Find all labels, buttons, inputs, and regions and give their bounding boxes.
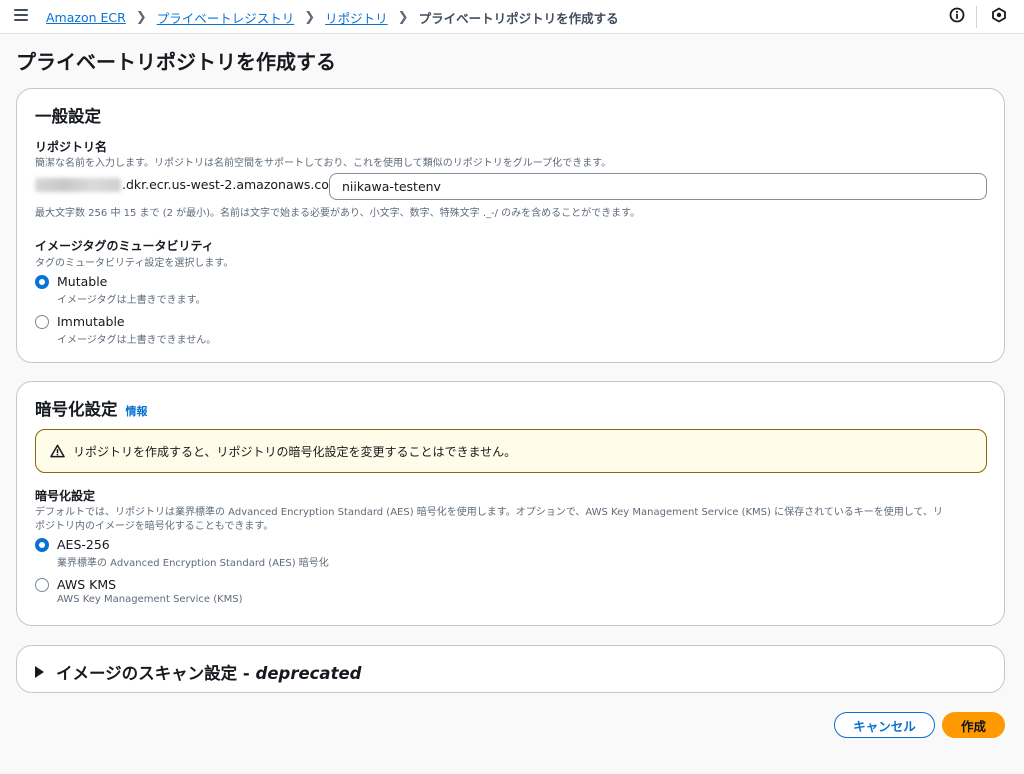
- radio-aes-256[interactable]: AES-256 業界標準の Advanced Encryption Standa…: [35, 537, 329, 569]
- radio-aws-kms-description: AWS Key Management Service (KMS): [57, 594, 243, 605]
- encryption-description-line1: デフォルトでは、リポジトリは業界標準の Advanced Encryption …: [35, 507, 943, 518]
- breadcrumb-separator-icon: ❯: [304, 10, 316, 25]
- feedback-icon[interactable]: [991, 7, 1007, 23]
- breadcrumb: Amazon ECR ❯ プライベートレジストリ ❯ リポジトリ ❯ プライベー…: [46, 8, 619, 27]
- create-button[interactable]: 作成: [942, 712, 1005, 738]
- radio-button-selected[interactable]: [35, 275, 49, 289]
- menu-icon[interactable]: [14, 9, 28, 22]
- image-scan-settings-panel: イメージのスキャン設定 - deprecated: [16, 645, 1005, 693]
- breadcrumb-current: プライベートリポジトリを作成する: [418, 11, 619, 26]
- redacted-account-id: [35, 177, 121, 192]
- radio-aws-kms-label: AWS KMS: [57, 577, 117, 592]
- image-scan-settings-title: イメージのスキャン設定 - deprecated: [56, 664, 362, 683]
- general-settings-title: 一般設定: [35, 107, 101, 126]
- image-scan-settings-toggle[interactable]: イメージのスキャン設定 - deprecated: [35, 660, 361, 684]
- radio-aes-256-label: AES-256: [57, 537, 110, 552]
- radio-immutable[interactable]: Immutable イメージタグは上書きできません。: [35, 314, 216, 346]
- tag-mutability-label: イメージタグのミュータビリティ: [35, 239, 214, 253]
- caret-right-icon: [35, 666, 44, 678]
- repository-name-constraint: 最大文字数 256 中 15 まで (2 が最小)。名前は文字で始まる必要があり…: [35, 208, 641, 219]
- radio-mutable-label: Mutable: [57, 274, 108, 289]
- radio-button[interactable]: [35, 578, 49, 592]
- encryption-settings-header: 暗号化設定 情報: [35, 396, 148, 420]
- repository-uri-prefix: .dkr.ecr.us-west-2.amazonaws.com/: [35, 177, 345, 192]
- page-title: プライベートリポジトリを作成する: [16, 50, 336, 74]
- toolbar-divider: [976, 6, 977, 28]
- repository-name-description: 簡潔な名前を入力します。リポジトリは名前空間をサポートしており、これを使用して類…: [35, 158, 612, 169]
- uri-suffix: .dkr.ecr.us-west-2.amazonaws.com/: [122, 177, 346, 192]
- encryption-description-line2: ポジトリ内のイメージを暗号化することもできます。: [35, 521, 274, 532]
- encryption-settings-label: 暗号化設定: [35, 489, 96, 503]
- repository-name-label: リポジトリ名: [35, 140, 108, 154]
- breadcrumb-separator-icon: ❯: [135, 10, 147, 25]
- warning-alert: リポジトリを作成すると、リポジトリの暗号化設定を変更することはできません。: [35, 429, 987, 473]
- general-settings-panel: 一般設定 リポジトリ名 簡潔な名前を入力します。リポジトリは名前空間をサポートし…: [16, 88, 1005, 363]
- radio-mutable[interactable]: Mutable イメージタグは上書きできます。: [35, 274, 206, 306]
- radio-immutable-description: イメージタグは上書きできません。: [57, 335, 217, 346]
- radio-mutable-description: イメージタグは上書きできます。: [57, 295, 206, 306]
- encryption-settings-title: 暗号化設定: [35, 400, 118, 419]
- info-link[interactable]: 情報: [126, 403, 148, 419]
- breadcrumb-repositories[interactable]: リポジトリ: [325, 8, 388, 27]
- tag-mutability-description: タグのミュータビリティ設定を選択します。: [35, 258, 234, 269]
- radio-button-selected[interactable]: [35, 538, 49, 552]
- breadcrumb-private-registry[interactable]: プライベートレジストリ: [157, 8, 295, 27]
- radio-aes-256-description: 業界標準の Advanced Encryption Standard (AES)…: [57, 558, 329, 569]
- cancel-button[interactable]: キャンセル: [834, 712, 935, 738]
- radio-aws-kms[interactable]: AWS KMS AWS Key Management Service (KMS): [35, 577, 243, 605]
- radio-immutable-label: Immutable: [57, 314, 125, 329]
- top-navigation-bar: Amazon ECR ❯ プライベートレジストリ ❯ リポジトリ ❯ プライベー…: [0, 0, 1024, 34]
- breadcrumb-separator-icon: ❯: [397, 10, 409, 25]
- warning-icon: [50, 444, 65, 458]
- repository-name-input[interactable]: [329, 173, 987, 200]
- radio-button[interactable]: [35, 315, 49, 329]
- encryption-settings-panel: 暗号化設定 情報 リポジトリを作成すると、リポジトリの暗号化設定を変更することは…: [16, 381, 1005, 626]
- warning-alert-text: リポジトリを作成すると、リポジトリの暗号化設定を変更することはできません。: [73, 444, 517, 459]
- info-circle-icon[interactable]: [949, 7, 965, 23]
- breadcrumb-amazon-ecr[interactable]: Amazon ECR: [46, 10, 126, 25]
